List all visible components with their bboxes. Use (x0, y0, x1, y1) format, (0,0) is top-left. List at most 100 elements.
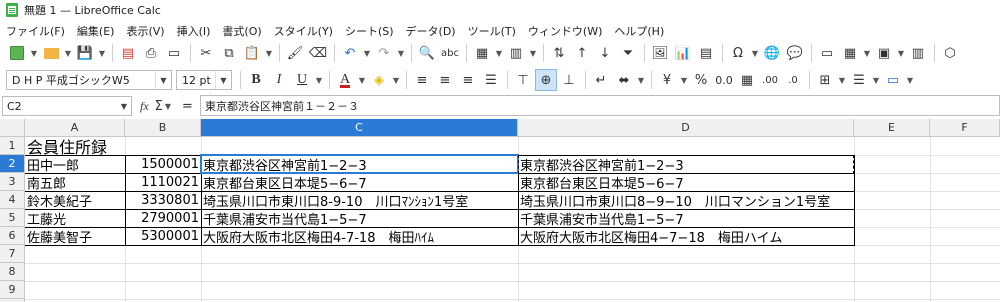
menu-data[interactable]: データ(D) (400, 23, 462, 39)
row-header-6[interactable]: 6 (0, 227, 25, 245)
row-header-1[interactable]: 1 (0, 137, 25, 155)
cell-d6[interactable]: 大阪府大阪市北区梅田4−7−18 梅田ハイム (518, 227, 854, 246)
redo-dropdown-icon[interactable]: ▼ (396, 42, 406, 64)
delete-decimal-button[interactable]: .0 (782, 69, 804, 91)
font-name-combo[interactable]: D H P 平成ゴシックW5 ▼ (6, 70, 172, 90)
cell-b3[interactable]: 1110021 (125, 173, 201, 191)
pivot-table-button[interactable]: ▤ (695, 42, 717, 64)
spreadsheet-grid[interactable]: A B C D E F 1 2 3 4 5 6 7 8 9 10 会員住所録 田… (0, 119, 1000, 302)
define-print-area-button[interactable]: ▦ (839, 42, 861, 64)
open-dropdown-icon[interactable]: ▼ (63, 42, 73, 64)
find-replace-button[interactable]: 🔍 (416, 42, 438, 64)
cell-a5[interactable]: 工藤光 (25, 209, 125, 228)
cut-button[interactable]: ✂ (195, 42, 217, 64)
split-window-button[interactable]: ▥ (907, 42, 929, 64)
special-character-button[interactable]: Ω (727, 42, 749, 64)
row-header-9[interactable]: 9 (0, 281, 25, 299)
column-header-b[interactable]: B (125, 119, 201, 137)
cell-c5[interactable]: 千葉県浦安市当代島1−5−7 (201, 209, 518, 228)
undo-button[interactable]: ↶ (339, 42, 361, 64)
sum-dropdown-icon[interactable]: ▼ (163, 95, 173, 117)
column-header-f[interactable]: F (930, 119, 1000, 137)
format-date-button[interactable]: ▦ (736, 69, 758, 91)
sort-ascending-button[interactable]: ↑ (571, 42, 593, 64)
underline-button[interactable]: U (291, 69, 313, 91)
merge-center-button[interactable]: ⬌ (613, 69, 635, 91)
print-area-dropdown-icon[interactable]: ▼ (862, 42, 872, 64)
row-header-3[interactable]: 3 (0, 173, 25, 191)
align-top-button[interactable]: ⊤ (512, 69, 534, 91)
menu-help[interactable]: ヘルプ(H) (608, 23, 670, 39)
save-dropdown-icon[interactable]: ▼ (97, 42, 107, 64)
comment-button[interactable]: 💬 (784, 42, 806, 64)
cell-c3[interactable]: 東京都台東区日本堤5−6−7 (201, 173, 518, 192)
paste-dropdown-icon[interactable]: ▼ (264, 42, 274, 64)
clone-formatting-button[interactable]: 🖌 (284, 42, 306, 64)
freeze-dropdown-icon[interactable]: ▼ (896, 42, 906, 64)
select-all-corner[interactable] (0, 119, 25, 137)
row-header-5[interactable]: 5 (0, 209, 25, 227)
highlight-dropdown-icon[interactable]: ▼ (391, 69, 401, 91)
row-header-4[interactable]: 4 (0, 191, 25, 209)
chevron-down-icon[interactable]: ▼ (117, 97, 131, 115)
autofilter-button[interactable]: ⏷ (617, 42, 639, 64)
percent-button[interactable]: % (690, 69, 712, 91)
column-dropdown-icon[interactable]: ▼ (528, 42, 538, 64)
menu-file[interactable]: ファイル(F) (0, 23, 71, 39)
align-left-button[interactable]: ≡ (411, 69, 433, 91)
cell-a2[interactable]: 田中一郎 (25, 155, 125, 174)
menu-format[interactable]: 書式(O) (216, 23, 267, 39)
center-vertically-button[interactable]: ⊕ (535, 69, 557, 91)
border-style-dropdown-icon[interactable]: ▼ (871, 69, 881, 91)
menu-view[interactable]: 表示(V) (120, 23, 170, 39)
menu-window[interactable]: ウィンドウ(W) (522, 23, 608, 39)
cell-a6[interactable]: 佐藤美智子 (25, 227, 125, 246)
cell-d5[interactable]: 千葉県浦安市当代島1−5−7 (518, 209, 854, 228)
formula-input[interactable]: 東京都渋谷区神宮前１－２－３ (200, 95, 1000, 116)
align-right-button[interactable]: ≡ (457, 69, 479, 91)
cell-b4[interactable]: 3330801 (125, 191, 201, 209)
row-button[interactable]: ▦ (471, 42, 493, 64)
new-dropdown-icon[interactable]: ▼ (29, 42, 39, 64)
column-header-d[interactable]: D (518, 119, 854, 137)
cell-a3[interactable]: 南五郎 (25, 173, 125, 192)
cell-c4[interactable]: 埼玉県川口市東川口8-9-10 川口ﾏﾝｼｮﾝ1号室 (201, 191, 518, 210)
paste-button[interactable]: 📋 (241, 42, 263, 64)
export-pdf-button[interactable]: ▤ (117, 42, 139, 64)
cell-b5[interactable]: 2790001 (125, 209, 201, 227)
freeze-panes-button[interactable]: ▣ (873, 42, 895, 64)
borders-dropdown-icon[interactable]: ▼ (837, 69, 847, 91)
insert-image-button[interactable]: 🖼 (649, 42, 671, 64)
chevron-down-icon[interactable]: ▼ (155, 71, 171, 89)
cell-c6[interactable]: 大阪府大阪市北区梅田4-7-18 梅田ﾊｲﾑ (201, 227, 518, 246)
clear-formatting-button[interactable]: ⌫ (307, 42, 329, 64)
cell-b6[interactable]: 5300001 (125, 227, 201, 245)
copy-button[interactable]: ⧉ (218, 42, 240, 64)
merge-dropdown-icon[interactable]: ▼ (636, 69, 646, 91)
column-button[interactable]: ▥ (505, 42, 527, 64)
insert-chart-button[interactable]: 📊 (672, 42, 694, 64)
row-header-8[interactable]: 8 (0, 263, 25, 281)
show-draw-functions-button[interactable]: ⬡ (939, 42, 961, 64)
menu-styles[interactable]: スタイル(Y) (268, 23, 339, 39)
cell-d3[interactable]: 東京都台東区日本堤5−6−7 (518, 173, 854, 192)
column-header-c[interactable]: C (201, 119, 518, 137)
special-character-dropdown-icon[interactable]: ▼ (750, 42, 760, 64)
function-wizard-button[interactable]: fx (140, 99, 149, 114)
row-header-7[interactable]: 7 (0, 245, 25, 263)
menu-edit[interactable]: 編集(E) (71, 23, 121, 39)
wrap-text-button[interactable]: ↵ (590, 69, 612, 91)
borders-button[interactable]: ⊞ (814, 69, 836, 91)
border-color-dropdown-icon[interactable]: ▼ (905, 69, 915, 91)
headers-footers-button[interactable]: ▭ (816, 42, 838, 64)
font-color-dropdown-icon[interactable]: ▼ (357, 69, 367, 91)
underline-dropdown-icon[interactable]: ▼ (314, 69, 324, 91)
spelling-button[interactable]: abc (439, 42, 461, 64)
name-box[interactable]: C2 ▼ (2, 96, 132, 116)
sheet-title-cell[interactable]: 会員住所録 (25, 137, 205, 155)
new-document-button[interactable] (6, 42, 28, 64)
redo-button[interactable]: ↷ (373, 42, 395, 64)
add-decimal-button[interactable]: .00 (759, 69, 781, 91)
menu-tools[interactable]: ツール(T) (462, 23, 522, 39)
font-size-combo[interactable]: 12 pt ▼ (176, 70, 232, 90)
